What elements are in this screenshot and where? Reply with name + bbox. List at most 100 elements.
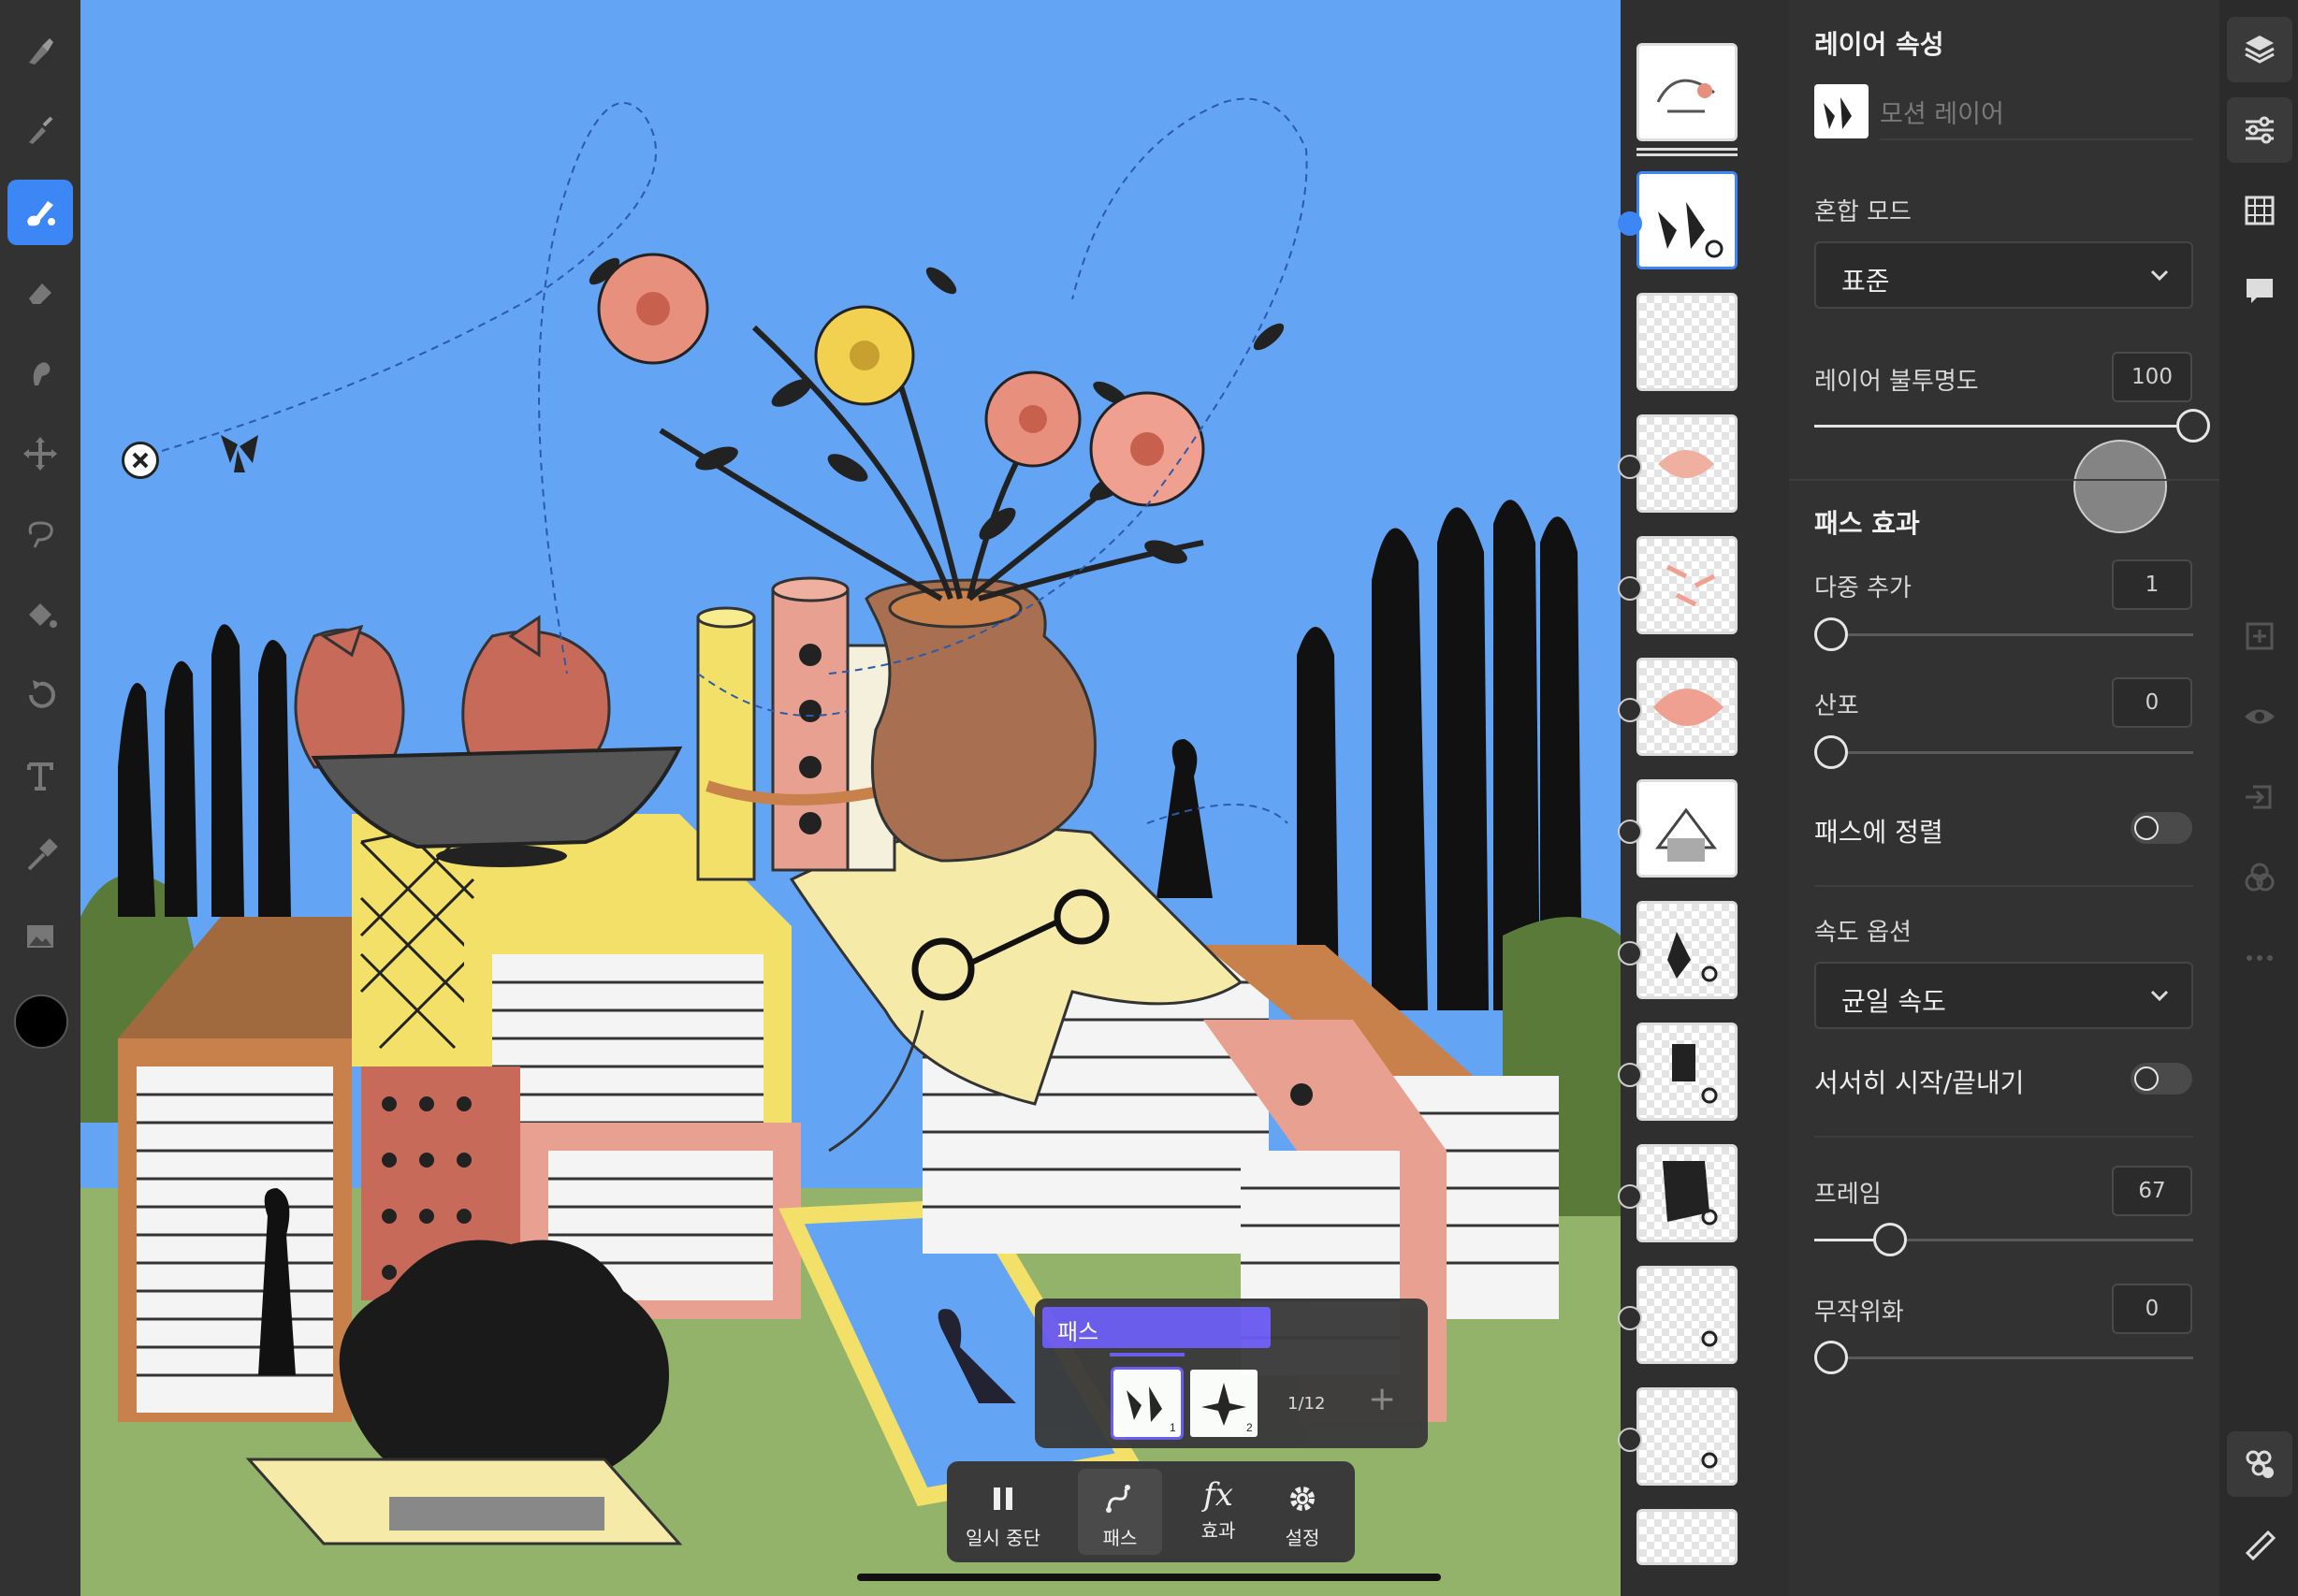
group-divider bbox=[1636, 148, 1738, 151]
motion-layer-icon bbox=[1618, 1428, 1642, 1452]
properties-icon[interactable] bbox=[2227, 97, 2292, 163]
more-icon[interactable] bbox=[2227, 925, 2292, 991]
slider-knob[interactable] bbox=[1873, 1223, 1907, 1256]
vector-brush-icon[interactable] bbox=[7, 98, 73, 164]
blend-mode-label: 혼합 모드 bbox=[1814, 198, 1912, 226]
chevron-down-icon bbox=[2150, 269, 2169, 282]
divider bbox=[1814, 885, 2193, 887]
frame-number: 1 bbox=[1170, 1421, 1176, 1434]
path-button[interactable]: 패스 bbox=[1078, 1469, 1162, 1555]
layer-thumbnail[interactable] bbox=[1636, 658, 1738, 756]
motion-settings-icon[interactable] bbox=[2227, 1431, 2292, 1497]
layer-thumbnail[interactable] bbox=[1636, 536, 1738, 634]
comment-icon[interactable] bbox=[2227, 258, 2292, 324]
remove-path-point-button[interactable] bbox=[122, 442, 159, 479]
frame-thumbnail-2[interactable]: 2 bbox=[1190, 1370, 1258, 1437]
blend-mode-value: 표준 bbox=[1841, 266, 1890, 297]
slider-knob[interactable] bbox=[1814, 735, 1848, 769]
frame-slider[interactable] bbox=[1814, 1223, 2193, 1256]
motion-layer-icon bbox=[1618, 211, 1642, 236]
pixel-brush-icon[interactable] bbox=[7, 19, 73, 84]
layer-thumbnail[interactable] bbox=[1636, 1509, 1738, 1565]
randomize-value-field[interactable]: 0 bbox=[2112, 1284, 2192, 1334]
motion-layer-icon bbox=[1618, 1063, 1642, 1087]
merge-icon[interactable] bbox=[2227, 764, 2292, 830]
frame-number: 2 bbox=[1246, 1421, 1253, 1434]
path-track-label: 패스 bbox=[1057, 1319, 1099, 1345]
motion-timeline-popup: 패스 1 2 1/12 + bbox=[1035, 1299, 1428, 1448]
image-icon[interactable] bbox=[7, 904, 73, 969]
close-icon bbox=[132, 452, 149, 469]
playhead-line bbox=[1110, 1353, 1185, 1357]
layer-thumbnail[interactable] bbox=[1636, 1144, 1738, 1242]
transform-icon[interactable] bbox=[7, 421, 73, 486]
motion-layer-icon bbox=[1618, 1306, 1642, 1330]
multi-add-slider[interactable] bbox=[1814, 617, 2193, 651]
blend-mode-dropdown[interactable]: 표준 bbox=[1814, 241, 2193, 309]
slider-knob[interactable] bbox=[2176, 409, 2210, 443]
settings-button[interactable]: 설정 bbox=[1256, 1461, 1349, 1562]
visibility-icon[interactable] bbox=[2227, 684, 2292, 749]
layer-thumbnail[interactable] bbox=[1636, 901, 1738, 999]
layer-thumbnail[interactable] bbox=[1636, 1266, 1738, 1364]
scatter-slider[interactable] bbox=[1814, 735, 2193, 769]
layer-thumbnail-group[interactable] bbox=[1636, 43, 1738, 141]
settings-label: 설정 bbox=[1285, 1527, 1320, 1549]
speed-options-dropdown[interactable]: 균일 속도 bbox=[1814, 962, 2193, 1029]
eyedropper-icon[interactable] bbox=[7, 823, 73, 889]
opacity-slider[interactable] bbox=[1814, 409, 2210, 443]
layer-properties-panel: 레이어 속성 모션 레이어 혼합 모드 표준 레이어 불투명도 100 패스 효… bbox=[1789, 0, 2219, 1596]
opacity-value-field[interactable]: 100 bbox=[2112, 352, 2192, 402]
layer-thumbnail-small bbox=[1814, 84, 1869, 138]
grid-icon[interactable] bbox=[2227, 178, 2292, 243]
effects-icon: fx bbox=[1203, 1476, 1233, 1514]
eraser-icon[interactable] bbox=[7, 260, 73, 326]
blend-icon[interactable] bbox=[2227, 845, 2292, 910]
scatter-label: 산포 bbox=[1814, 692, 1859, 720]
align-to-path-toggle[interactable] bbox=[2131, 812, 2192, 844]
ease-in-out-toggle[interactable] bbox=[2131, 1063, 2192, 1095]
frame-counter: 1/12 bbox=[1287, 1394, 1326, 1414]
animation-brush-icon[interactable] bbox=[7, 180, 73, 245]
layer-thumbnail[interactable] bbox=[1636, 779, 1738, 878]
path-track[interactable]: 패스 bbox=[1042, 1307, 1271, 1348]
right-rail bbox=[2219, 0, 2298, 1596]
slider-knob[interactable] bbox=[1814, 617, 1848, 651]
layer-thumbnail[interactable] bbox=[1636, 1023, 1738, 1121]
layer-thumbnail[interactable] bbox=[1636, 414, 1738, 513]
layer-name-field[interactable]: 모션 레이어 bbox=[1880, 94, 2004, 130]
home-indicator bbox=[857, 1574, 1441, 1581]
randomize-slider[interactable] bbox=[1814, 1341, 2193, 1374]
gear-icon bbox=[1290, 1487, 1315, 1511]
ruler-icon[interactable] bbox=[2227, 1512, 2292, 1577]
effects-button[interactable]: fx 효과 bbox=[1171, 1461, 1265, 1562]
layers-icon[interactable] bbox=[2227, 17, 2292, 82]
text-icon[interactable] bbox=[7, 743, 73, 808]
color-swatch[interactable] bbox=[14, 994, 68, 1049]
pause-icon bbox=[994, 1487, 1012, 1510]
divider bbox=[1880, 138, 2193, 140]
layer-thumbnail[interactable] bbox=[1636, 1387, 1738, 1486]
add-layer-icon[interactable] bbox=[2227, 603, 2292, 669]
frame-value-field[interactable]: 67 bbox=[2112, 1166, 2192, 1216]
touch-indicator bbox=[2073, 440, 2167, 533]
pause-label: 일시 중단 bbox=[966, 1527, 1040, 1549]
layer-thumbnail-motion-selected[interactable] bbox=[1636, 171, 1738, 269]
scatter-value-field[interactable]: 0 bbox=[2112, 677, 2192, 728]
path-effects-title: 패스 효과 bbox=[1814, 508, 1920, 539]
fill-icon[interactable] bbox=[7, 582, 73, 647]
speed-options-label: 속도 옵션 bbox=[1814, 919, 1912, 947]
undo-icon[interactable] bbox=[7, 662, 73, 728]
layer-strip bbox=[1618, 0, 1789, 1596]
align-to-path-label: 패스에 정렬 bbox=[1814, 817, 1943, 848]
add-frame-button[interactable]: + bbox=[1368, 1383, 1396, 1416]
slider-knob[interactable] bbox=[1814, 1341, 1848, 1374]
lasso-icon[interactable] bbox=[7, 501, 73, 567]
layer-thumbnail[interactable] bbox=[1636, 293, 1738, 391]
opacity-label: 레이어 불투명도 bbox=[1814, 368, 1979, 396]
frame-thumbnail-1[interactable]: 1 bbox=[1111, 1367, 1184, 1440]
chevron-down-icon bbox=[2150, 990, 2169, 1002]
pause-button[interactable]: 일시 중단 bbox=[956, 1461, 1050, 1562]
multi-add-value-field[interactable]: 1 bbox=[2112, 559, 2192, 610]
smudge-icon[interactable] bbox=[7, 340, 73, 405]
